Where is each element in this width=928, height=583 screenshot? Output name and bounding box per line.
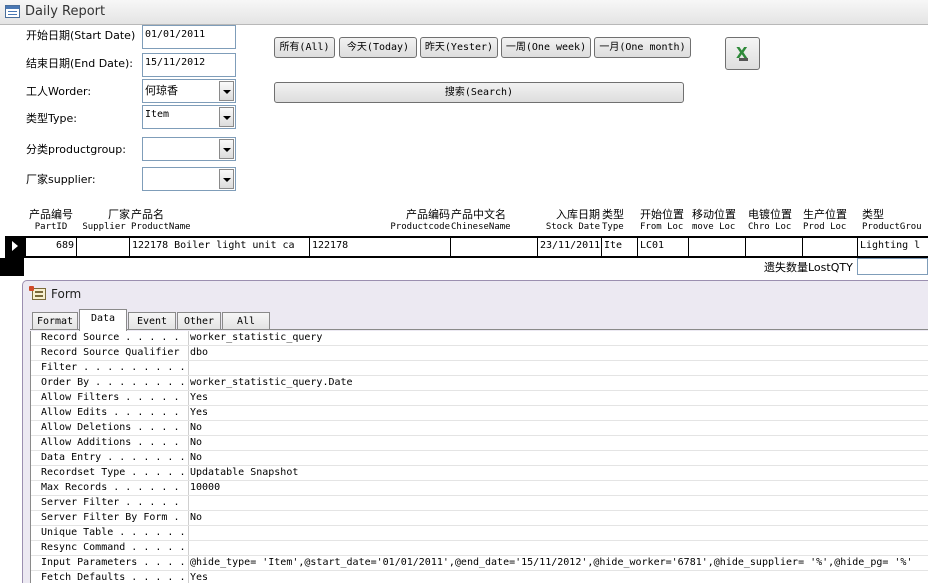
header-chroloc: 电镀位置 Chro Loc xyxy=(748,208,792,232)
cell-prodloc[interactable] xyxy=(803,238,857,256)
excel-export-icon: X xyxy=(736,44,748,62)
type-value: Item xyxy=(145,109,170,120)
tab-format[interactable]: Format xyxy=(32,312,78,330)
type-combobox[interactable]: Item xyxy=(142,105,236,129)
worker-label: 工人Worder: xyxy=(26,85,92,98)
property-row-unique-table[interactable]: Unique Table . . . . . . xyxy=(31,526,928,541)
property-row-allow-deletions[interactable]: Allow Deletions . . . . No xyxy=(31,421,928,436)
header-fromloc: 开始位置 From Loc xyxy=(640,208,684,232)
title-bar: Daily Report xyxy=(0,0,928,25)
header-stockdate: 入库日期 Stock Date xyxy=(545,208,600,232)
window-title: Daily Report xyxy=(25,4,106,19)
header-productname: 产品名 ProductName xyxy=(131,208,191,232)
chevron-down-icon[interactable] xyxy=(219,169,234,189)
property-sheet-icon xyxy=(29,286,46,300)
cell-fromloc[interactable]: LC01 xyxy=(638,238,688,256)
cell-productcode[interactable]: 122178 xyxy=(310,238,450,256)
worker-combobox[interactable]: 何琼香 xyxy=(142,79,236,103)
property-row-fetch-defaults[interactable]: Fetch Defaults . . . . . Yes xyxy=(31,571,928,583)
lost-qty-field[interactable] xyxy=(857,258,928,275)
property-row-record-source-qualifier[interactable]: Record Source Qualifier dbo xyxy=(31,346,928,361)
cell-productgroup[interactable]: Lighting l xyxy=(858,238,928,256)
chevron-down-icon[interactable] xyxy=(219,107,234,127)
end-date-label: 结束日期(End Date): xyxy=(26,57,133,70)
property-row-server-filter-by-form[interactable]: Server Filter By Form . No xyxy=(31,511,928,526)
property-list: Record Source . . . . . worker_statistic_… xyxy=(30,331,928,583)
header-chinesename: 产品中文名 ChineseName xyxy=(451,208,511,232)
header-productcode: 产品编码 Productcode xyxy=(390,208,450,232)
property-row-resync-command[interactable]: Resync Command . . . . . xyxy=(31,541,928,556)
property-row-allow-edits[interactable]: Allow Edits . . . . . . Yes xyxy=(31,406,928,421)
property-sheet-title: Form xyxy=(51,287,82,301)
worker-value: 何琼香 xyxy=(145,84,178,97)
yesterday-button[interactable]: 昨天(Yester) xyxy=(420,37,498,58)
property-row-order-by[interactable]: Order By . . . . . . . . worker_statistic… xyxy=(31,376,928,391)
property-row-input-parameters[interactable]: Input Parameters . . . . @hide_type= 'Ite… xyxy=(31,556,928,571)
one-month-button[interactable]: 一月(One month) xyxy=(594,37,691,58)
property-row-data-entry[interactable]: Data Entry . . . . . . . No xyxy=(31,451,928,466)
property-row-recordset-type[interactable]: Recordset Type . . . . . Updatable Snapsh… xyxy=(31,466,928,481)
property-row-max-records[interactable]: Max Records . . . . . . 10000 xyxy=(31,481,928,496)
productgroup-combobox[interactable] xyxy=(142,137,236,161)
chevron-down-icon[interactable] xyxy=(219,139,234,159)
header-prodloc: 生产位置 Prod Loc xyxy=(803,208,847,232)
tab-other[interactable]: Other xyxy=(177,312,221,330)
search-button[interactable]: 搜索(Search) xyxy=(274,82,684,103)
cell-chroloc[interactable] xyxy=(746,238,802,256)
supplier-label: 厂家supplier: xyxy=(26,173,96,186)
header-supplier: 厂家 Supplier xyxy=(82,208,130,232)
tab-divider xyxy=(30,329,928,330)
cell-chinesename[interactable] xyxy=(451,238,537,256)
start-date-field[interactable]: 01/01/2011 xyxy=(142,25,236,49)
header-productgroup: 类型 ProductGrou xyxy=(862,208,922,232)
one-week-button[interactable]: 一周(One week) xyxy=(501,37,591,58)
start-date-label: 开始日期(Start Date) xyxy=(26,29,136,42)
end-date-field[interactable]: 15/11/2012 xyxy=(142,53,236,77)
all-button[interactable]: 所有(All) xyxy=(274,37,335,58)
tab-data[interactable]: Data xyxy=(79,309,127,331)
productgroup-label: 分类productgroup: xyxy=(26,143,126,156)
property-row-allow-additions[interactable]: Allow Additions . . . . No xyxy=(31,436,928,451)
cell-type[interactable]: Ite xyxy=(602,238,637,256)
cell-supplier[interactable] xyxy=(77,238,129,256)
record-selector-arrow-icon[interactable] xyxy=(5,236,24,258)
export-excel-button[interactable]: X xyxy=(725,37,760,70)
header-partid: 产品编号 PartID xyxy=(29,208,73,232)
cell-partid[interactable]: 689 xyxy=(26,238,76,256)
property-row-filter[interactable]: Filter . . . . . . . . . xyxy=(31,361,928,376)
cell-stockdate[interactable]: 23/11/2011 xyxy=(538,238,601,256)
tab-all[interactable]: All xyxy=(222,312,270,330)
tab-event[interactable]: Event xyxy=(128,312,176,330)
header-type: 类型 Type xyxy=(602,208,624,232)
supplier-combobox[interactable] xyxy=(142,167,236,191)
cell-productname[interactable]: 122178 Boiler light unit ca xyxy=(130,238,309,256)
cell-moveloc[interactable] xyxy=(689,238,745,256)
chevron-down-icon[interactable] xyxy=(219,81,234,101)
form-window-icon xyxy=(5,5,20,18)
record-selector-column xyxy=(0,258,24,276)
property-row-server-filter[interactable]: Server Filter . . . . . xyxy=(31,496,928,511)
property-row-allow-filters[interactable]: Allow Filters . . . . . Yes xyxy=(31,391,928,406)
type-label: 类型Type: xyxy=(26,112,77,125)
lost-qty-label: 遗失数量LostQTY xyxy=(764,261,853,274)
header-moveloc: 移动位置 move Loc xyxy=(692,208,736,232)
today-button[interactable]: 今天(Today) xyxy=(339,37,417,58)
property-row-record-source[interactable]: Record Source . . . . . worker_statistic_… xyxy=(31,331,928,346)
